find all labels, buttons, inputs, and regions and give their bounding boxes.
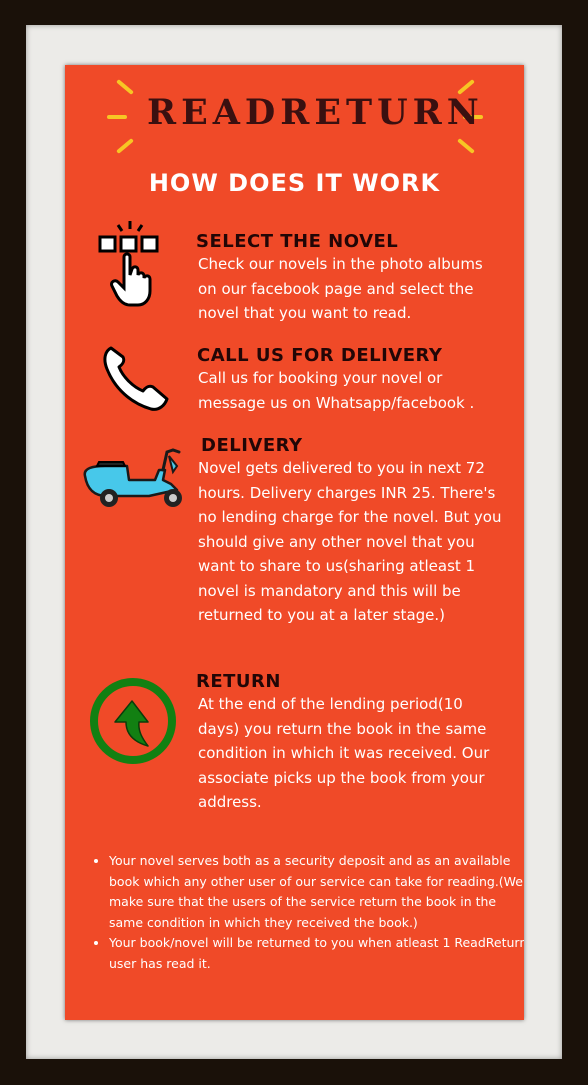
note-item: Your novel serves both as a security dep… — [109, 851, 524, 933]
hand-pointer-icon — [98, 217, 162, 313]
poster: READRETURN HOW DOES IT WORK SELECT THE N… — [65, 65, 524, 1020]
section-heading: HOW DOES IT WORK — [148, 169, 441, 197]
scooter-icon — [79, 440, 189, 514]
step-description-return: At the end of the lending period(10 days… — [198, 695, 490, 811]
step-description-call-us: Call us for booking your novel or messag… — [198, 369, 475, 412]
step-title-return: RETURN — [196, 671, 281, 692]
brand-title: READRETURN — [147, 92, 484, 133]
sunburst-ray-icon — [107, 115, 127, 119]
step-title-select-novel: SELECT THE NOVEL — [196, 231, 399, 252]
sunburst-ray-icon — [457, 138, 475, 154]
sunburst-ray-icon — [116, 138, 134, 154]
step-title-delivery: DELIVERY — [201, 435, 303, 456]
note-item: Your book/novel will be returned to you … — [109, 933, 524, 974]
phone-icon — [101, 343, 173, 415]
notes-list: Your novel serves both as a security dep… — [89, 851, 524, 974]
step-description-select-novel: Check our novels in the photo albums on … — [198, 255, 483, 322]
step-description-delivery: Novel gets delivered to you in next 72 h… — [198, 459, 502, 624]
step-title-call-us: CALL US FOR DELIVERY — [197, 345, 443, 366]
return-arrow-icon — [88, 676, 178, 770]
sunburst-ray-icon — [116, 79, 134, 95]
